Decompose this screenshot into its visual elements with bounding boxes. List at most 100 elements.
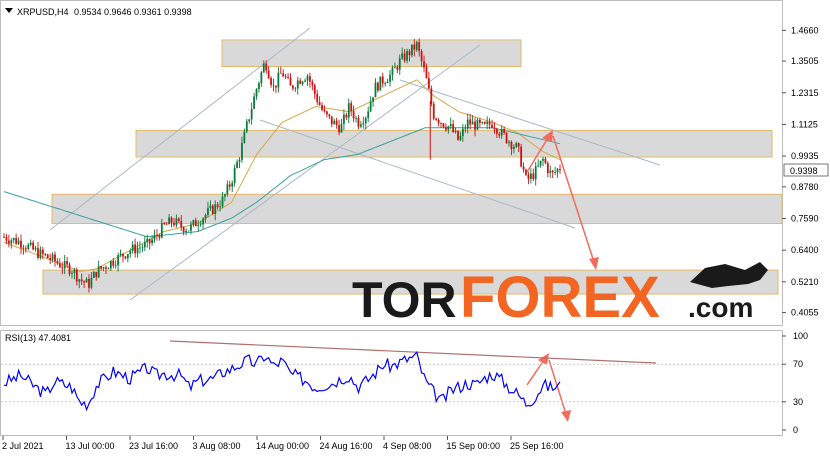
candle-body	[151, 239, 154, 244]
candle-body	[379, 76, 382, 91]
candle-body	[3, 236, 5, 238]
candle-body	[58, 263, 61, 268]
watermark-forex: FOREX	[460, 265, 660, 330]
rsi-tick-label: 0	[793, 425, 798, 435]
candle-body	[139, 247, 141, 249]
candle-body	[71, 272, 73, 274]
candle-body	[255, 89, 258, 97]
candle-body	[190, 224, 192, 231]
candle-body	[182, 227, 185, 233]
candle-body	[474, 121, 476, 130]
candle-body	[508, 141, 510, 143]
candle-body	[32, 242, 35, 250]
candle-body	[277, 72, 280, 88]
price-tick-label: 0.5210	[791, 277, 819, 287]
rsi-tick-label: 100	[793, 331, 808, 341]
candle-body	[117, 255, 120, 266]
candle-body	[306, 76, 309, 81]
candle-body	[158, 235, 161, 238]
candle-body	[75, 269, 78, 282]
candle-body	[515, 143, 518, 147]
candle-body	[119, 253, 122, 256]
candle-body	[476, 119, 479, 130]
candle-body	[408, 50, 411, 56]
candle-body	[177, 218, 180, 221]
candle-body	[221, 196, 224, 207]
candle-body	[338, 125, 340, 133]
candle-body	[321, 104, 323, 110]
candle-body	[355, 117, 357, 119]
candle-body	[10, 240, 13, 244]
candle-body	[275, 85, 277, 88]
candle-body	[495, 129, 498, 134]
candle-body	[527, 174, 530, 179]
candle-body	[294, 88, 297, 90]
candle-body	[5, 236, 8, 241]
candle-body	[393, 67, 396, 68]
price-tick-label: 1.1125	[791, 119, 818, 129]
candle-body	[163, 223, 166, 224]
candle-body	[544, 158, 547, 164]
candle-body	[369, 101, 372, 112]
candle-body	[204, 214, 207, 219]
candle-body	[374, 82, 377, 98]
candle-body	[420, 51, 423, 62]
candle-body	[287, 77, 289, 79]
candle-body	[148, 238, 151, 244]
candle-body	[112, 261, 115, 266]
candle-body	[493, 127, 496, 130]
candle-body	[396, 67, 399, 70]
candle-body	[486, 121, 489, 124]
candle-body	[146, 238, 149, 243]
candle-body	[357, 117, 360, 127]
time-tick-label: 15 Sep 00:00	[447, 441, 501, 451]
rsi-tick-label: 30	[793, 397, 803, 407]
candle-body	[29, 242, 32, 245]
candle-body	[209, 205, 212, 209]
price-tick-label: 1.2315	[791, 88, 819, 98]
candle-body	[226, 184, 229, 195]
candle-body	[88, 278, 90, 288]
candle-body	[406, 50, 408, 61]
candle-body	[105, 267, 107, 269]
candle-body	[447, 126, 450, 130]
candle-body	[435, 118, 438, 120]
candle-body	[282, 73, 285, 77]
candle-body	[442, 123, 445, 128]
candle-body	[22, 247, 25, 249]
candle-body	[520, 146, 523, 167]
candle-body	[296, 80, 299, 89]
candle-body	[131, 244, 134, 251]
candle-body	[537, 165, 540, 167]
candle-body	[452, 124, 455, 132]
candle-body	[265, 63, 268, 71]
candle-body	[243, 131, 246, 143]
candle-body	[326, 111, 328, 115]
candle-body	[46, 254, 49, 259]
candle-body	[427, 78, 430, 89]
price-tick-label: 0.7590	[791, 213, 819, 223]
candle-body	[95, 271, 98, 278]
rsi-title: RSI(13) 47.4081	[5, 333, 71, 343]
candle-body	[503, 128, 506, 133]
candle-body	[401, 53, 404, 59]
candle-body	[15, 238, 18, 244]
candle-body	[124, 256, 127, 259]
candle-body	[301, 81, 304, 84]
candle-body	[386, 81, 389, 84]
candle-body	[248, 119, 251, 122]
candle-body	[362, 123, 365, 125]
candle-body	[262, 63, 265, 73]
candle-body	[78, 279, 81, 282]
candle-body	[180, 220, 183, 228]
rsi-tick-label: 70	[793, 359, 803, 369]
candle-body	[199, 224, 202, 226]
candle-body	[68, 264, 71, 274]
candle-body	[187, 230, 190, 232]
candle-body	[194, 220, 197, 227]
time-tick-label: 3 Aug 08:00	[193, 441, 241, 451]
candle-body	[542, 158, 544, 161]
candle-body	[39, 249, 42, 258]
time-tick-label: 14 Aug 00:00	[256, 441, 309, 451]
candle-body	[432, 103, 435, 119]
